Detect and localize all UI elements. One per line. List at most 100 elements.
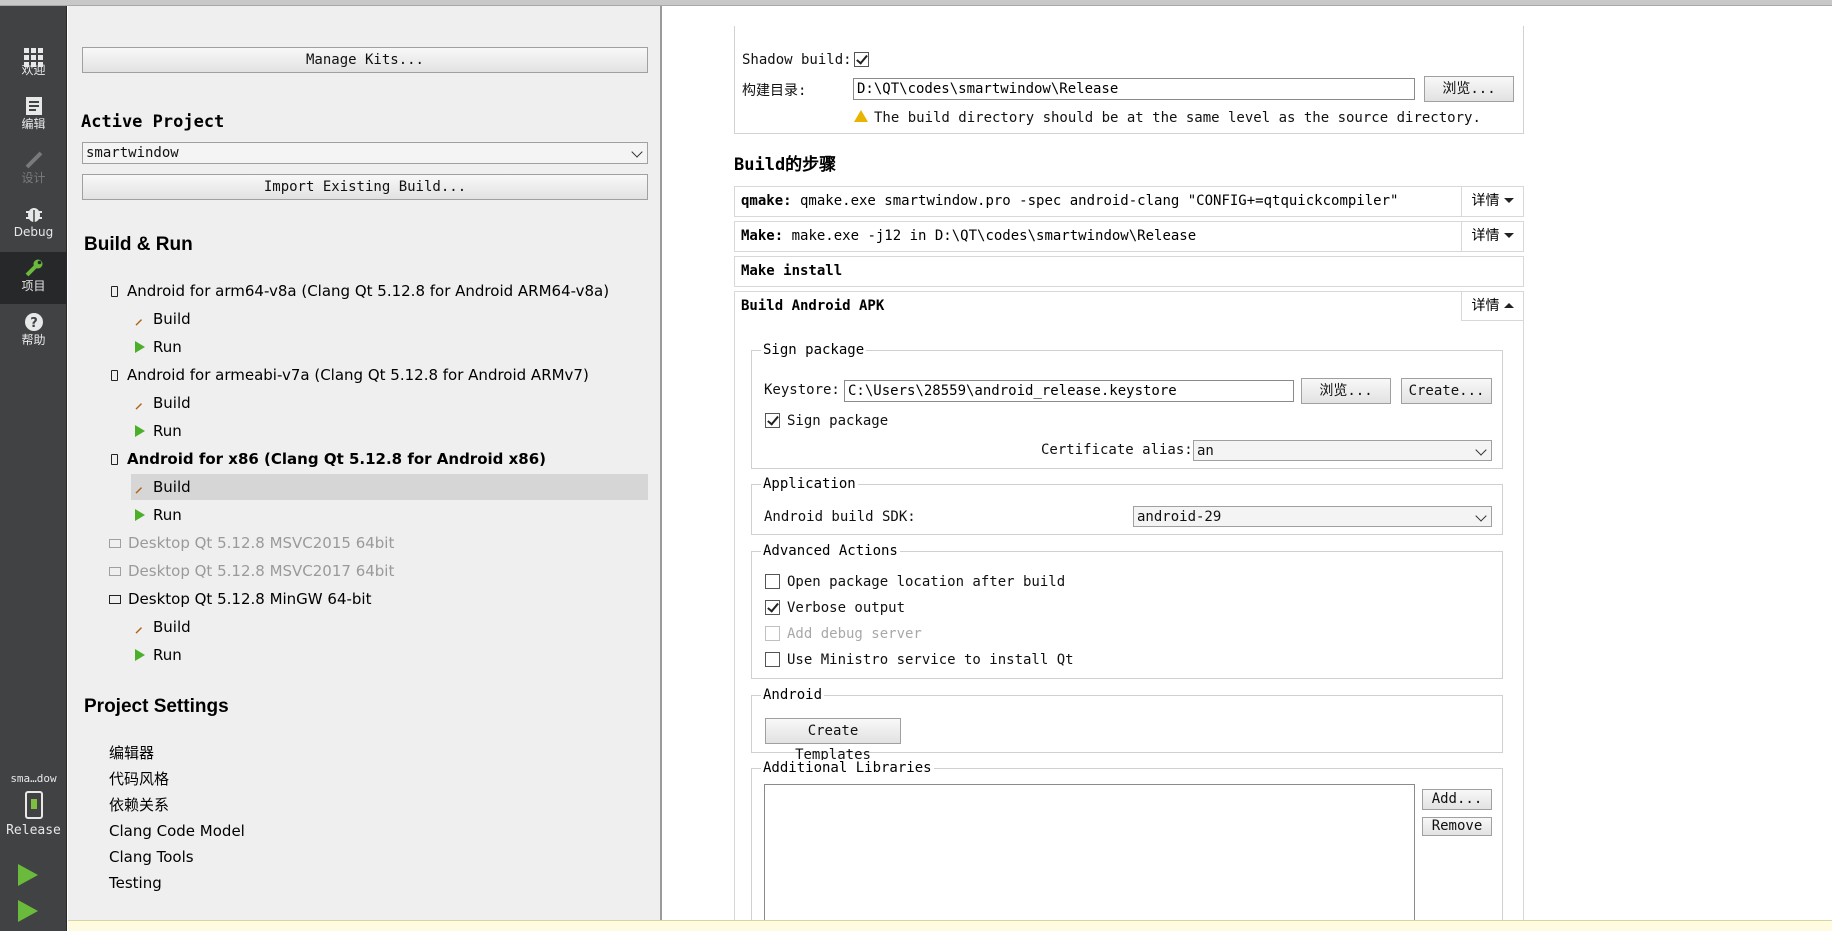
import-build-button[interactable]: Import Existing Build... [82,174,648,200]
kit-desktop-mingw[interactable]: Desktop Qt 5.12.8 MinGW 64-bit [109,586,371,612]
right-margin [1524,6,1832,920]
run-icon [135,425,145,437]
ministro-label: Use Ministro service to install Qt [787,652,1074,668]
hammer-icon: ⸝ [135,394,143,412]
hammer-icon: ⸝ [135,618,143,636]
project-settings-title: Project Settings [84,696,229,717]
kit-x86-build-selected[interactable]: ⸝ Build [131,474,648,500]
mode-help[interactable]: ? 帮助 [0,306,67,358]
mode-welcome[interactable]: 欢迎 [0,36,67,88]
caret-down-icon [1503,233,1514,238]
open-location-checkbox[interactable] [765,574,780,589]
remove-library-button[interactable]: Remove [1422,817,1492,836]
libraries-list[interactable] [764,784,1415,920]
kit-android-x86[interactable]: Android for x86 (Clang Qt 5.12.8 for And… [111,446,546,472]
project-panel: Manage Kits... Active Project smartwindo… [68,6,662,920]
verbose-output-checkbox[interactable] [765,600,780,615]
build-dir-input[interactable]: D:\QT\codes\smartwindow\Release [853,78,1415,100]
certificate-alias-combo[interactable]: an [1193,440,1492,461]
setting-clang-code-model[interactable]: Clang Code Model [109,818,245,844]
qmake-details-button[interactable]: 详情 [1461,187,1523,216]
status-strip [68,920,1832,931]
build-dir-warning: The build directory should be at the sam… [874,110,1481,126]
kit-mingw-run[interactable]: Run [135,642,182,668]
monitor-icon [109,567,121,576]
chevron-down-icon [631,146,643,158]
debug-server-checkbox[interactable] [765,626,780,641]
mode-debug[interactable]: Debug [0,198,67,250]
run-icon [135,341,145,353]
keystore-browse-button[interactable]: 浏览... [1301,378,1391,404]
grid-icon [0,36,67,67]
mode-projects[interactable]: 项目 [0,252,67,304]
kit-armv7-run[interactable]: Run [135,418,182,444]
apk-details-button[interactable]: 详情 [1461,292,1523,321]
create-templates-button[interactable]: Create Templates [765,718,901,763]
add-library-button[interactable]: Add... [1422,789,1492,810]
build-steps-title: Build的步骤 [734,155,837,175]
hammer-icon: ⸝ [135,310,143,328]
phone-icon [111,454,118,465]
android-device-icon [24,791,43,819]
android-sdk-combo[interactable]: android-29 [1133,506,1492,527]
shadow-build-checkbox[interactable] [854,52,869,67]
setting-testing[interactable]: Testing [109,870,162,896]
kit-arm64-run[interactable]: Run [135,334,182,360]
sign-package-group-title: Sign package [761,342,867,358]
setting-dependencies[interactable]: 依赖关系 [109,792,169,818]
step-qmake[interactable]: qmake: qmake.exe smartwindow.pro -spec a… [734,186,1524,217]
hammer-icon: ⸝ [135,478,143,496]
keystore-label: Keystore: [764,382,840,398]
open-location-label: Open package location after build [787,574,1066,590]
warning-icon [854,110,868,122]
keystore-create-button[interactable]: Create... [1401,378,1492,404]
mode-edit[interactable]: 编辑 [0,90,67,142]
shadow-build-label: Shadow build: [742,52,852,68]
active-project-combo[interactable]: smartwindow [82,142,648,164]
debug-play-icon [18,900,38,922]
step-make-install[interactable]: Make install [734,256,1524,287]
run-icon [135,649,145,661]
additional-libraries-group-title: Additional Libraries [761,760,934,776]
kit-x86-run[interactable]: Run [135,502,182,528]
mode-design[interactable]: 设计 [0,144,67,196]
setting-editor[interactable]: 编辑器 [109,740,154,766]
kit-android-arm64[interactable]: Android for arm64-v8a (Clang Qt 5.12.8 f… [111,278,609,304]
setting-clang-tools[interactable]: Clang Tools [109,844,194,870]
document-icon [0,90,67,116]
kit-mingw-build[interactable]: ⸝ Build [135,614,191,640]
mode-sidebar: 欢迎 编辑 设计 Debug 项目 ? 帮助 sma…dow Release [0,6,67,931]
svg-text:?: ? [30,316,38,331]
manage-kits-button[interactable]: Manage Kits... [82,47,648,73]
verbose-output-label: Verbose output [787,600,906,616]
run-button[interactable] [18,864,42,890]
make-details-button[interactable]: 详情 [1461,222,1523,251]
kit-android-armv7[interactable]: Android for armeabi-v7a (Clang Qt 5.12.8… [111,362,589,388]
kit-arm64-build[interactable]: ⸝ Build [135,306,191,332]
active-project-title: Active Project [81,112,225,132]
debug-run-button[interactable] [18,900,42,926]
chevron-down-icon [1475,444,1487,456]
play-icon [18,864,38,886]
qt-creator-window: 欢迎 编辑 设计 Debug 项目 ? 帮助 sma…dow Release M… [0,0,1832,931]
build-dir-browse-button[interactable]: 浏览... [1424,76,1514,102]
certificate-alias-label: Certificate alias: [1041,442,1193,458]
wrench-icon [0,252,67,278]
setting-code-style[interactable]: 代码风格 [109,766,169,792]
keystore-input[interactable]: C:\Users\28559\android_release.keystore [844,380,1294,402]
monitor-icon [109,539,121,548]
android-group-title: Android [761,687,825,703]
ministro-checkbox[interactable] [765,652,780,667]
kit-selector[interactable]: sma…dow Release [0,770,67,846]
kit-desktop-msvc2015[interactable]: Desktop Qt 5.12.8 MSVC2015 64bit [109,530,394,556]
kit-desktop-msvc2017[interactable]: Desktop Qt 5.12.8 MSVC2017 64bit [109,558,394,584]
advanced-actions-group-title: Advanced Actions [761,543,900,559]
monitor-icon [109,595,121,604]
android-sdk-label: Android build SDK: [764,509,916,525]
sign-package-checkbox[interactable] [765,413,780,428]
phone-icon [111,286,118,297]
step-make[interactable]: Make: make.exe -j12 in D:\QT\codes\smart… [734,221,1524,252]
caret-down-icon [1503,198,1514,203]
kit-armv7-build[interactable]: ⸝ Build [135,390,191,416]
phone-icon [111,370,118,381]
